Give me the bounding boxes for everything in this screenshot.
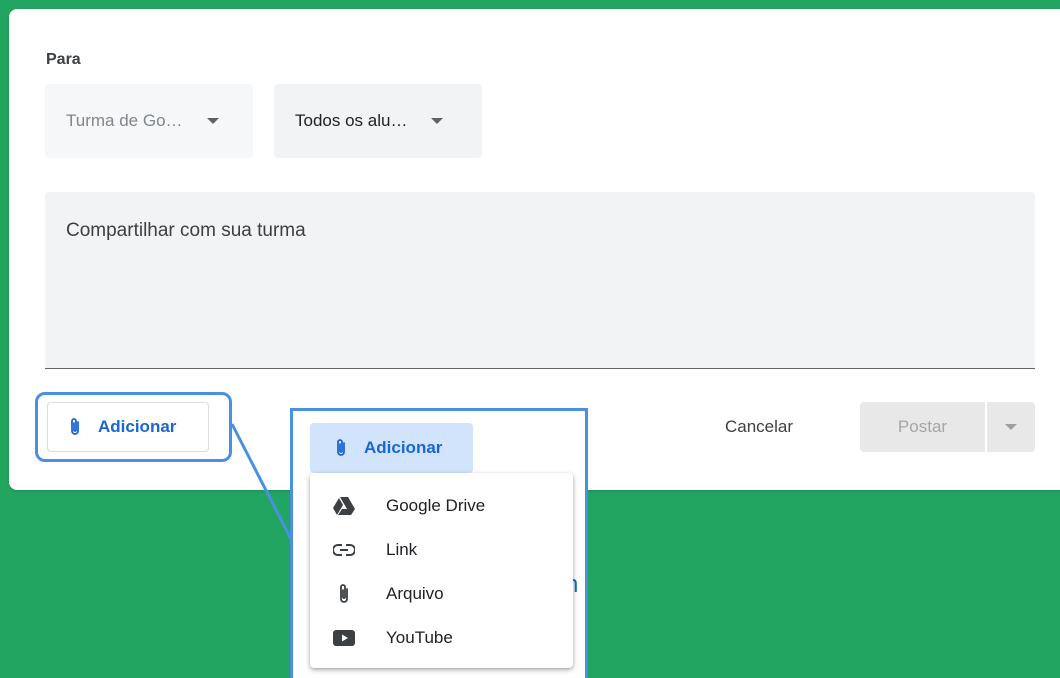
menu-item-google-drive[interactable]: Google Drive [310, 484, 573, 528]
menu-item-file[interactable]: Arquivo [310, 572, 573, 616]
paperclip-icon [332, 582, 356, 606]
menu-item-label: Link [386, 540, 418, 559]
link-icon [332, 538, 356, 562]
add-attachment-label: Adicionar [364, 438, 443, 457]
menu-item-label: YouTube [386, 628, 453, 647]
add-attachment-button-active[interactable]: Adicionar [310, 423, 473, 473]
menu-item-link[interactable]: Link [310, 528, 573, 572]
youtube-icon [332, 626, 356, 650]
zoomed-add-menu-callout: n Adicionar Google Drive Link [290, 408, 588, 678]
paperclip-icon [337, 439, 345, 456]
menu-item-label: Google Drive [386, 496, 486, 515]
attachment-menu: Google Drive Link Arquivo YouTube [310, 473, 573, 668]
menu-item-label: Arquivo [386, 584, 444, 603]
menu-item-youtube[interactable]: YouTube [310, 616, 573, 660]
google-drive-icon [332, 494, 356, 518]
